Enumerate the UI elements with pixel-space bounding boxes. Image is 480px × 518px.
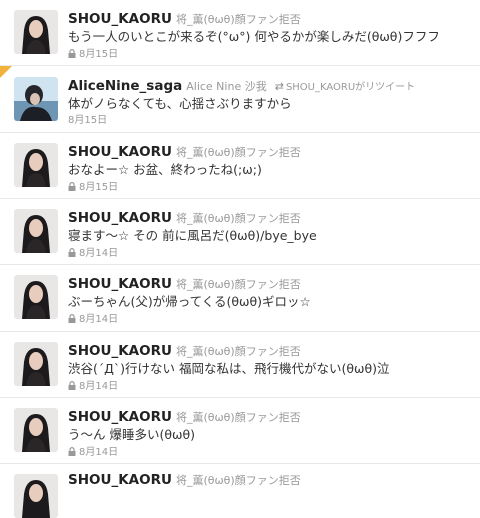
- retweet-icon: ⇄: [274, 80, 284, 93]
- screen-name[interactable]: 将_薫(θωθ)顔ファン拒否: [176, 146, 301, 159]
- screen-name[interactable]: 将_薫(θωθ)顔ファン拒否: [176, 411, 301, 424]
- screen-name[interactable]: 将_薫(θωθ)顔ファン拒否: [176, 345, 301, 358]
- tweet-item[interactable]: SHOU_KAORU 将_薫(θωθ)顔ファン拒否 渋谷(´Д`)行けない 福岡な…: [0, 332, 480, 398]
- tweet-timestamp[interactable]: 8月14日: [79, 314, 118, 325]
- display-name[interactable]: SHOU_KAORU: [68, 210, 172, 226]
- avatar[interactable]: [14, 209, 58, 253]
- tweet-text: おなよー☆ お盆、終わったね(;ω;): [68, 162, 262, 177]
- favorite-badge-icon: [0, 66, 12, 78]
- screen-name[interactable]: 将_薫(θωθ)顔ファン拒否: [176, 13, 301, 26]
- tweet-item[interactable]: SHOU_KAORU 将_薫(θωθ)顔ファン拒否 もう一人のいとこが来るぞ(°ω…: [0, 0, 480, 66]
- tweet-text: う～ん 爆睡多い(θωθ): [68, 427, 195, 442]
- tweet-text: ぶーちゃん(父)が帰ってくる(θωθ)ギロッ☆: [68, 294, 311, 309]
- tweet-timestamp[interactable]: 8月14日: [79, 381, 118, 392]
- screen-name[interactable]: 将_薫(θωθ)顔ファン拒否: [176, 212, 301, 225]
- display-name[interactable]: SHOU_KAORU: [68, 144, 172, 160]
- tweet-timestamp[interactable]: 8月15日: [79, 182, 118, 193]
- avatar[interactable]: [14, 342, 58, 386]
- avatar[interactable]: [14, 77, 58, 121]
- tweet-timestamp[interactable]: 8月15日: [68, 115, 107, 126]
- screen-name[interactable]: 将_薫(θωθ)顔ファン拒否: [176, 474, 301, 487]
- lock-icon: [68, 182, 76, 191]
- tweet-timestamp[interactable]: 8月14日: [79, 447, 118, 458]
- lock-icon: [68, 314, 76, 323]
- tweet-item[interactable]: SHOU_KAORU 将_薫(θωθ)顔ファン拒否 ぶーちゃん(父)が帰ってくる(…: [0, 265, 480, 332]
- tweet-text: 寝ます～☆ その 前に風呂だ(θωθ)/bye_bye: [68, 228, 317, 243]
- tweet-item[interactable]: SHOU_KAORU 将_薫(θωθ)顔ファン拒否 寝ます～☆ その 前に風呂だ(…: [0, 199, 480, 265]
- tweet-item[interactable]: SHOU_KAORU 将_薫(θωθ)顔ファン拒否 う～ん 爆睡多い(θωθ) 8…: [0, 398, 480, 464]
- tweet-timestamp[interactable]: 8月15日: [79, 49, 118, 60]
- tweet-text: もう一人のいとこが来るぞ(°ω°) 何やるかが楽しみだ(θωθ)フフフ: [68, 29, 440, 44]
- screen-name[interactable]: Alice Nine 沙我: [186, 80, 266, 93]
- avatar[interactable]: [14, 408, 58, 452]
- display-name[interactable]: SHOU_KAORU: [68, 276, 172, 292]
- tweet-text: 渋谷(´Д`)行けない 福岡な私は、飛行機代がない(θωθ)泣: [68, 361, 390, 376]
- tweet-timeline: SHOU_KAORU 将_薫(θωθ)顔ファン拒否 もう一人のいとこが来るぞ(°ω…: [0, 0, 480, 518]
- display-name[interactable]: SHOU_KAORU: [68, 343, 172, 359]
- display-name[interactable]: AliceNine_saga: [68, 78, 182, 94]
- display-name[interactable]: SHOU_KAORU: [68, 409, 172, 425]
- tweet-item[interactable]: SHOU_KAORU 将_薫(θωθ)顔ファン拒否 おなよー☆ お盆、終わったね(…: [0, 133, 480, 199]
- lock-icon: [68, 49, 76, 58]
- tweet-timestamp[interactable]: 8月14日: [79, 248, 118, 259]
- avatar[interactable]: [14, 275, 58, 319]
- retweeted-by-label[interactable]: SHOU_KAORUがリツイート: [286, 82, 415, 93]
- display-name[interactable]: SHOU_KAORU: [68, 11, 172, 27]
- tweet-item[interactable]: SHOU_KAORU 将_薫(θωθ)顔ファン拒否: [0, 464, 480, 518]
- lock-icon: [68, 447, 76, 456]
- screen-name[interactable]: 将_薫(θωθ)顔ファン拒否: [176, 278, 301, 291]
- tweet-text: 体がノらなくても、心揺さぶりますから: [68, 96, 292, 111]
- display-name[interactable]: SHOU_KAORU: [68, 472, 172, 488]
- lock-icon: [68, 248, 76, 257]
- lock-icon: [68, 381, 76, 390]
- avatar[interactable]: [14, 10, 58, 54]
- avatar[interactable]: [14, 474, 58, 518]
- tweet-item[interactable]: AliceNine_saga Alice Nine 沙我 ⇄ SHOU_KAORUがリ…: [0, 66, 480, 133]
- avatar[interactable]: [14, 143, 58, 187]
